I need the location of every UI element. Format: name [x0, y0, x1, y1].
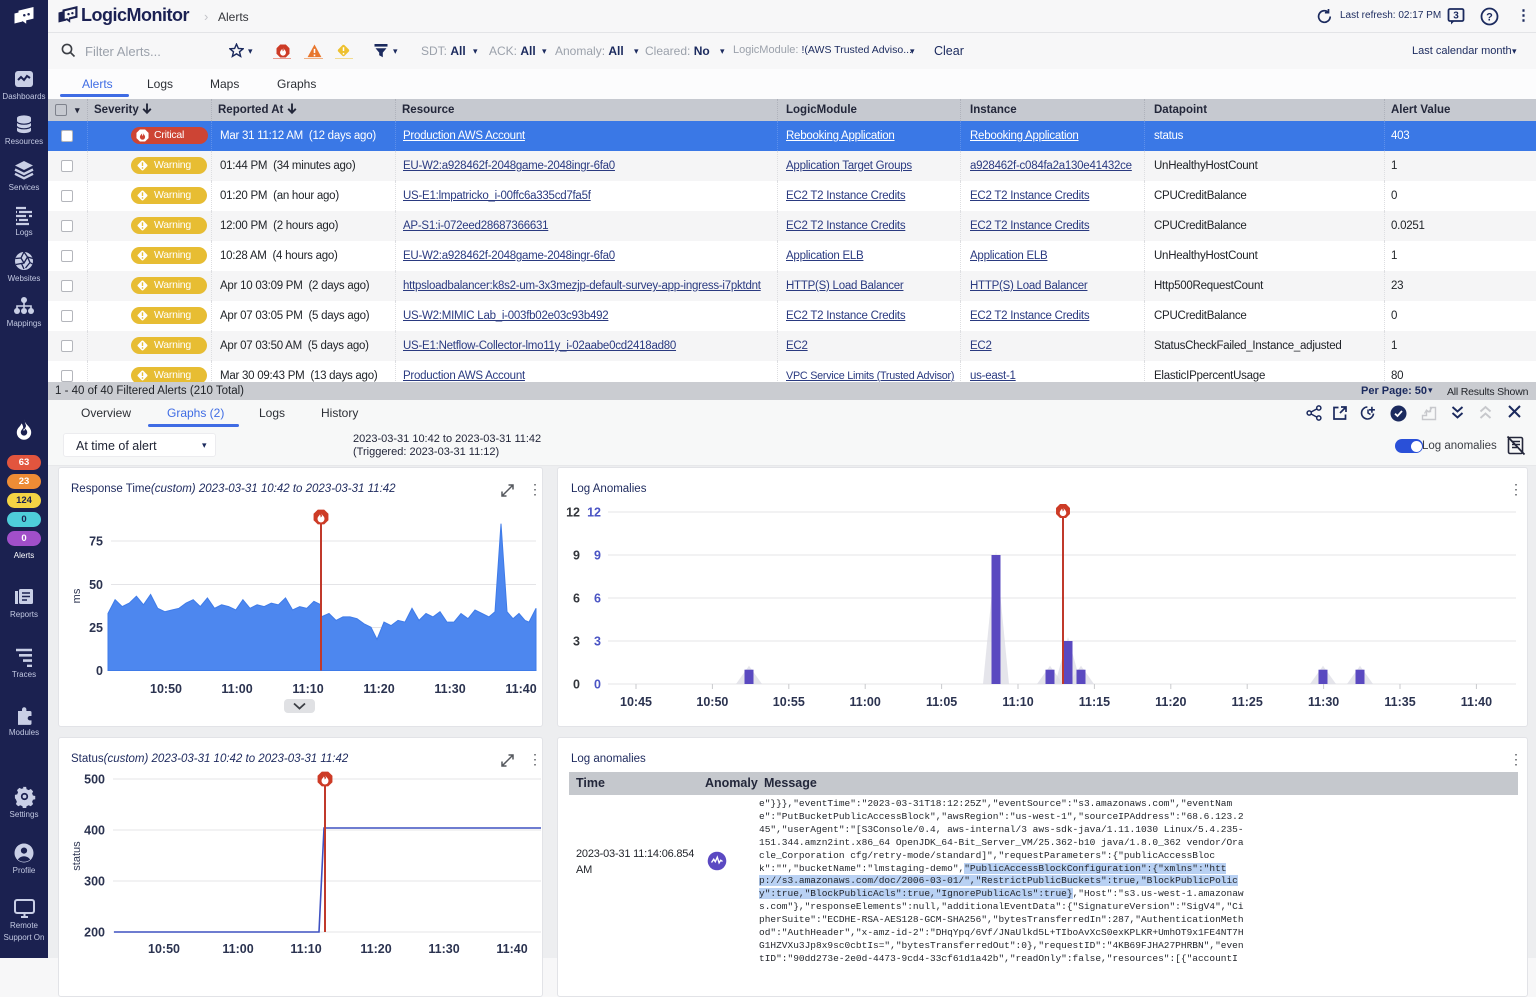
svg-text:11:30: 11:30	[428, 942, 459, 956]
svg-text:11:05: 11:05	[926, 695, 957, 709]
svg-text:9: 9	[594, 549, 601, 563]
svg-text:9: 9	[573, 549, 580, 563]
svg-text:11:20: 11:20	[1155, 695, 1186, 709]
svg-text:6: 6	[573, 592, 580, 606]
svg-text:11:40: 11:40	[505, 682, 536, 696]
svg-text:?: ?	[1486, 11, 1493, 23]
svg-text:11:00: 11:00	[850, 695, 881, 709]
svg-text:12: 12	[566, 506, 580, 520]
svg-text:11:10: 11:10	[292, 682, 323, 696]
svg-text:11:20: 11:20	[360, 942, 391, 956]
svg-text:200: 200	[84, 926, 105, 940]
svg-text:0: 0	[573, 678, 580, 692]
svg-text:400: 400	[84, 824, 105, 838]
svg-text:ms: ms	[71, 588, 83, 603]
svg-text:11:20: 11:20	[363, 682, 394, 696]
svg-text:status: status	[71, 841, 83, 871]
svg-text:11:00: 11:00	[221, 682, 252, 696]
svg-text:11:10: 11:10	[290, 942, 321, 956]
svg-text:11:25: 11:25	[1232, 695, 1263, 709]
svg-text:10:45: 10:45	[620, 695, 652, 709]
svg-text:11:30: 11:30	[434, 682, 465, 696]
svg-text:25: 25	[89, 621, 103, 635]
svg-text:11:30: 11:30	[1308, 695, 1339, 709]
svg-text:11:10: 11:10	[1002, 695, 1033, 709]
svg-text:0: 0	[96, 664, 103, 678]
svg-text:10:50: 10:50	[696, 695, 728, 709]
svg-text:50: 50	[89, 578, 103, 592]
svg-text:10:50: 10:50	[150, 682, 182, 696]
svg-text:11:40: 11:40	[496, 942, 527, 956]
svg-text:11:00: 11:00	[222, 942, 253, 956]
svg-text:300: 300	[84, 875, 105, 889]
svg-text:3: 3	[594, 635, 601, 649]
svg-text:6: 6	[594, 592, 601, 606]
svg-text:11:15: 11:15	[1079, 695, 1110, 709]
svg-text:3: 3	[573, 635, 580, 649]
svg-text:10:55: 10:55	[773, 695, 805, 709]
svg-text:11:35: 11:35	[1384, 695, 1415, 709]
svg-text:10:50: 10:50	[148, 942, 180, 956]
svg-text:3: 3	[1453, 11, 1459, 22]
svg-text:0: 0	[594, 678, 601, 692]
svg-text:75: 75	[89, 535, 103, 549]
svg-text:12: 12	[587, 506, 601, 520]
svg-text:11:40: 11:40	[1461, 695, 1492, 709]
svg-text:500: 500	[84, 773, 105, 787]
